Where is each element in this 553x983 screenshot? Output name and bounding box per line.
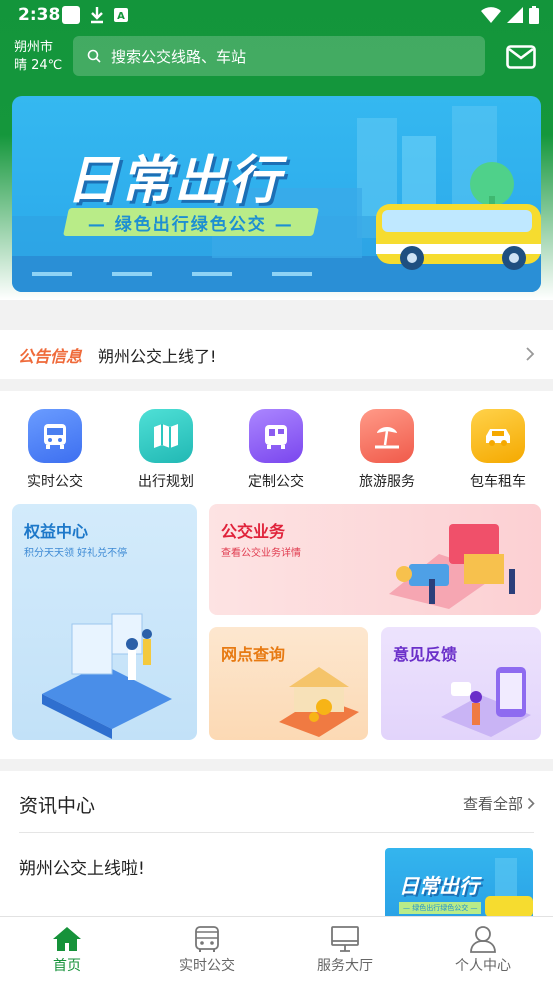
bottom-tab-bar: 首页 实时公交 服务大厅 个人中心 bbox=[0, 916, 553, 983]
user-icon bbox=[470, 926, 496, 953]
feedback-card[interactable]: 意见反馈 bbox=[381, 627, 541, 740]
rights-center-card[interactable]: 权益中心 积分天天领 好礼兑不停 bbox=[12, 504, 197, 740]
status-time: 2:38 bbox=[18, 5, 61, 25]
city-label: 朔州市 bbox=[14, 40, 54, 55]
banner-subtitle: — 绿色出行绿色公交 — bbox=[88, 214, 294, 235]
top-header: 朔州市 晴 24℃ 搜索公交线路、车站 bbox=[0, 35, 553, 77]
news-section-title: 资讯中心 bbox=[19, 795, 96, 817]
chevron-right-icon bbox=[526, 347, 535, 361]
svg-text:A: A bbox=[117, 11, 125, 22]
location-weather[interactable]: 朔州市 晴 24℃ bbox=[14, 39, 62, 75]
notification-square-icon bbox=[62, 6, 80, 24]
car-icon bbox=[471, 409, 525, 463]
thumbnail-title: 日常出行 bbox=[399, 874, 479, 898]
font-a-icon: A bbox=[114, 8, 128, 22]
signal-icon bbox=[507, 7, 523, 23]
service-tourism[interactable]: 旅游服务 bbox=[347, 409, 427, 491]
thumbnail-subtitle: — 绿色出行绿色公交 — bbox=[399, 902, 482, 914]
bus-business-illustration bbox=[389, 524, 515, 609]
service-trip-planning[interactable]: 出行规划 bbox=[126, 409, 206, 491]
search-input[interactable]: 搜索公交线路、车站 bbox=[73, 36, 485, 76]
tab-label: 实时公交 bbox=[179, 958, 235, 974]
services-section: 实时公交 出行规划 定制公交 旅游服务 包车租车 权益中心 积分天天领 好礼兑不… bbox=[0, 391, 553, 759]
banner-title: 日常出行 bbox=[66, 151, 283, 211]
service-label: 定制公交 bbox=[248, 474, 304, 490]
view-all-label: 查看全部 bbox=[462, 795, 523, 813]
mail-icon[interactable] bbox=[506, 45, 536, 69]
monitor-icon bbox=[331, 926, 359, 952]
notice-text: 朔州公交上线了! bbox=[98, 346, 217, 366]
bus-outline-icon bbox=[195, 926, 219, 952]
banner-subtitle-box: — 绿色出行绿色公交 — bbox=[63, 208, 319, 236]
promo-banner[interactable]: 日常出行 — 绿色出行绿色公交 — bbox=[12, 96, 541, 292]
battery-icon bbox=[529, 6, 539, 24]
island-icon bbox=[360, 409, 414, 463]
tab-service-hall[interactable]: 服务大厅 bbox=[290, 923, 400, 975]
service-label: 出行规划 bbox=[138, 474, 194, 490]
tab-label: 服务大厅 bbox=[317, 958, 373, 974]
search-icon bbox=[87, 49, 101, 63]
notice-bar[interactable]: 公告信息 朔州公交上线了! bbox=[0, 330, 553, 379]
home-icon bbox=[53, 927, 81, 951]
weather-label: 晴 24℃ bbox=[14, 58, 63, 73]
outlet-query-card[interactable]: 网点查询 bbox=[209, 627, 368, 740]
tab-realtime-bus[interactable]: 实时公交 bbox=[152, 923, 262, 975]
rights-illustration bbox=[42, 613, 172, 739]
tab-label: 首页 bbox=[53, 958, 81, 974]
service-label: 实时公交 bbox=[27, 474, 83, 490]
map-icon bbox=[139, 409, 193, 463]
tab-personal-center[interactable]: 个人中心 bbox=[428, 923, 538, 975]
news-section: 资讯中心 查看全部 朔州公交上线啦! 日常出行 — 绿色出行绿色公交 — bbox=[0, 771, 553, 917]
bus-business-card[interactable]: 公交业务 查看公交业务详情 bbox=[209, 504, 541, 615]
service-label: 包车租车 bbox=[470, 474, 526, 490]
service-charter-car[interactable]: 包车租车 bbox=[458, 409, 538, 491]
search-placeholder: 搜索公交线路、车站 bbox=[111, 47, 247, 66]
status-bar: 2:38 A bbox=[0, 0, 553, 30]
notice-tag: 公告信息 bbox=[18, 346, 83, 366]
feedback-illustration bbox=[441, 667, 531, 737]
wifi-icon bbox=[481, 7, 501, 23]
tab-home[interactable]: 首页 bbox=[12, 923, 122, 975]
custom-bus-icon bbox=[249, 409, 303, 463]
tab-label: 个人中心 bbox=[455, 958, 511, 974]
outlet-illustration bbox=[279, 667, 359, 737]
service-label: 旅游服务 bbox=[359, 474, 415, 490]
view-all-link[interactable]: 查看全部 bbox=[463, 793, 535, 814]
chevron-right-icon bbox=[527, 797, 535, 810]
service-custom-bus[interactable]: 定制公交 bbox=[236, 409, 316, 491]
divider bbox=[19, 832, 534, 833]
service-realtime-bus[interactable]: 实时公交 bbox=[15, 409, 95, 491]
download-icon bbox=[91, 7, 103, 24]
news-thumbnail[interactable]: 日常出行 — 绿色出行绿色公交 — bbox=[385, 848, 533, 917]
news-item-title[interactable]: 朔州公交上线啦! bbox=[19, 854, 145, 879]
bus-icon bbox=[28, 409, 82, 463]
